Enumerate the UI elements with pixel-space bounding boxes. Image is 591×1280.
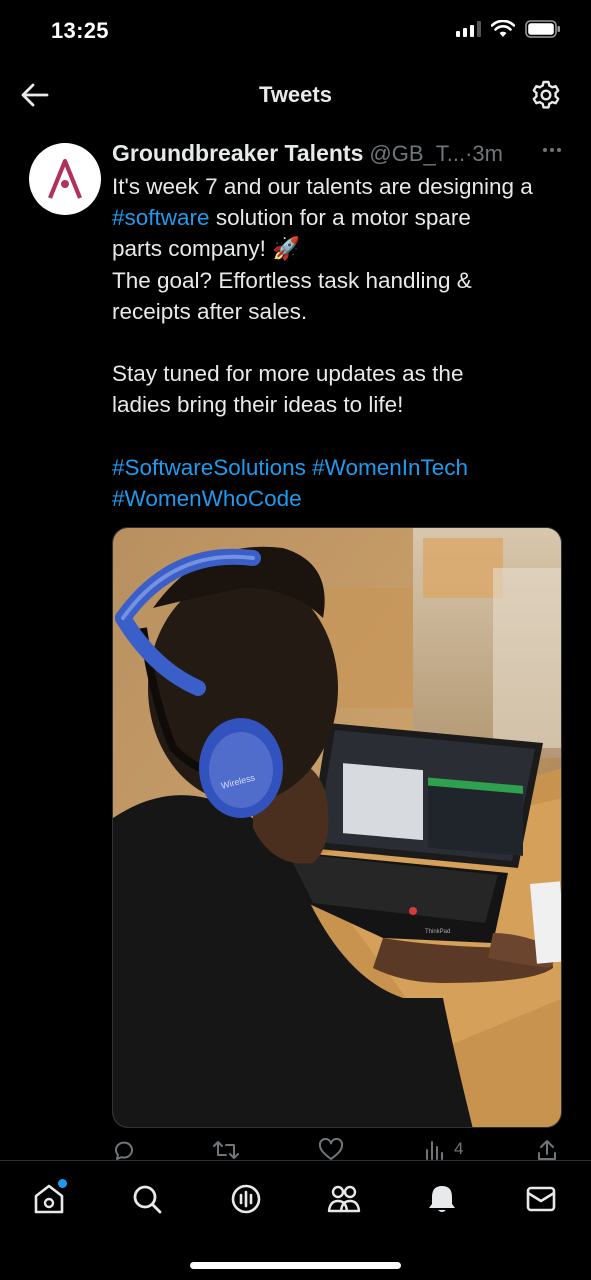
- tab-home[interactable]: [29, 1179, 69, 1219]
- tweet-header: Groundbreaker Talents @GB_T... · 3m: [112, 140, 562, 170]
- gear-icon: [532, 80, 560, 109]
- laptop-brand-label: ThinkPad: [425, 929, 450, 935]
- tweet-text-line: The goal? Effortless task handling &: [112, 265, 572, 296]
- tab-search[interactable]: [127, 1179, 167, 1219]
- status-icons: [456, 20, 561, 38]
- more-options-icon[interactable]: [543, 148, 561, 152]
- tweet-text-line: [112, 327, 572, 358]
- groundbreaker-logo-icon: [48, 158, 82, 199]
- author-name[interactable]: Groundbreaker Talents: [112, 140, 363, 167]
- tweet-text-line: parts company! 🚀: [112, 233, 572, 264]
- battery-icon: [525, 20, 560, 38]
- home-indicator: [190, 1262, 401, 1269]
- communities-icon: [327, 1185, 361, 1213]
- heart-icon: [318, 1138, 344, 1160]
- tweet-photo[interactable]: ThinkPad Wireless: [112, 527, 562, 1128]
- hashtag-link[interactable]: #WomenInTech: [312, 455, 468, 480]
- tweet-text: It's week 7 and our talents are designin…: [112, 171, 572, 514]
- page-title: Tweets: [259, 82, 332, 107]
- hashtag-link[interactable]: #WomenWhoCode: [112, 486, 302, 511]
- tweet-text-segment: ladies bring their ideas to life!: [112, 392, 404, 418]
- views-button[interactable]: 4: [424, 1138, 463, 1160]
- search-icon: [133, 1185, 162, 1214]
- tweet-text-line: Stay tuned for more updates as the: [112, 358, 572, 389]
- spaces-icon: [231, 1184, 261, 1214]
- avatar[interactable]: [29, 143, 101, 215]
- share-icon: [538, 1140, 556, 1160]
- views-count: 4: [454, 1139, 464, 1158]
- tweet-text-segment: parts company! 🚀: [112, 236, 301, 262]
- tweet-text-line: #WomenWhoCode: [112, 483, 572, 514]
- hashtag-link[interactable]: #software: [112, 205, 210, 230]
- like-button[interactable]: [318, 1138, 344, 1162]
- author-handle[interactable]: @GB_T...: [369, 141, 465, 167]
- retweet-button[interactable]: [212, 1138, 240, 1162]
- settings-button[interactable]: [529, 78, 563, 112]
- tweet-text-line: receipts after sales.: [112, 296, 572, 327]
- tweet-text-segment: Stay tuned for more updates as the: [112, 361, 464, 387]
- home-notification-dot: [58, 1179, 67, 1188]
- views-chart-icon: [426, 1141, 443, 1160]
- tweet-text-line: #software solution for a motor spare: [112, 202, 572, 233]
- wifi-icon: [491, 20, 515, 37]
- tweet-text-line: ladies bring their ideas to life!: [112, 389, 572, 420]
- cellular-signal-icon: [456, 21, 481, 37]
- hashtag-link[interactable]: #SoftwareSolutions: [112, 455, 306, 480]
- tweet-text-segment: solution for a motor spare: [209, 205, 471, 231]
- tab-messages[interactable]: [521, 1179, 561, 1219]
- messages-icon: [526, 1186, 556, 1212]
- retweet-icon: [213, 1141, 239, 1159]
- photo-woman-at-laptop: ThinkPad Wireless: [113, 528, 561, 1127]
- tweet-text-segment: It's week 7 and our talents are designin…: [112, 174, 533, 199]
- tweet-text-line: [112, 421, 572, 452]
- status-bar: 13:25: [0, 0, 591, 62]
- tweet-text-segment: receipts after sales.: [112, 298, 308, 324]
- tweet-text-line: #SoftwareSolutions #WomenInTech: [112, 452, 572, 483]
- reply-button[interactable]: [112, 1138, 136, 1162]
- status-time: 13:25: [51, 18, 109, 43]
- time-separator: ·: [465, 141, 473, 166]
- tweet-text-line: It's week 7 and our talents are designin…: [112, 171, 572, 202]
- tweet-text-segment: The goal? Effortless task handling &: [112, 267, 472, 293]
- tab-communities[interactable]: [324, 1179, 364, 1219]
- top-header: Tweets: [0, 62, 591, 128]
- reply-icon: [115, 1141, 133, 1160]
- notifications-icon: [429, 1186, 455, 1212]
- tweet-time: 3m: [472, 141, 503, 166]
- tab-notifications[interactable]: [422, 1179, 462, 1219]
- tab-spaces[interactable]: [226, 1179, 266, 1219]
- share-button[interactable]: [536, 1138, 558, 1162]
